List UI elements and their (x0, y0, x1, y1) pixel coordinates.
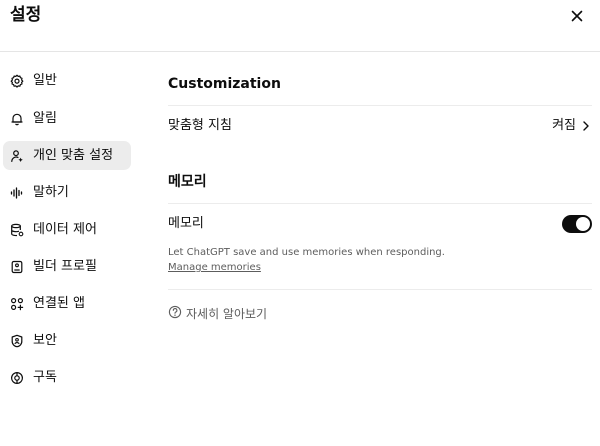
chevron-right-icon (582, 121, 590, 131)
custom-instructions-button[interactable]: 켜짐 (552, 118, 590, 134)
waveform-icon (10, 186, 24, 200)
manage-memories-link[interactable]: Manage memories (168, 261, 261, 274)
sidebar-item-security[interactable]: 보안 (3, 326, 131, 355)
toggle-knob (576, 217, 590, 231)
sidebar-item-label: 데이터 제어 (33, 221, 97, 237)
sidebar-item-label: 빌더 프로필 (33, 258, 97, 274)
custom-instructions-label: 맞춤형 지침 (168, 118, 232, 133)
sidebar-item-connected-apps[interactable]: 연결된 앱 (3, 289, 131, 318)
sidebar-item-label: 일반 (33, 72, 57, 88)
close-button[interactable] (567, 6, 587, 26)
sidebar-item-speech[interactable]: 말하기 (3, 178, 131, 207)
sidebar-item-label: 알림 (33, 110, 57, 126)
bell-icon (10, 112, 24, 126)
settings-title: 설정 (10, 5, 42, 25)
gear-icon (10, 74, 24, 88)
sidebar-item-label: 말하기 (33, 184, 69, 200)
close-icon (571, 7, 583, 26)
personalization-icon (10, 149, 24, 163)
memory-toggle-label: 메모리 (168, 216, 204, 231)
help-circle-icon (168, 305, 182, 323)
custom-instructions-status: 켜짐 (552, 118, 576, 133)
sidebar-item-personalization[interactable]: 개인 맞춤 설정 (3, 141, 131, 170)
sidebar-item-builder-profile[interactable]: 빌더 프로필 (3, 252, 131, 281)
divider (168, 289, 592, 290)
memory-description: Let ChatGPT save and use memories when r… (168, 247, 445, 258)
memory-toggle[interactable] (562, 215, 592, 233)
id-card-icon (10, 260, 24, 274)
customization-title: Customization (168, 76, 281, 92)
database-icon (10, 223, 24, 237)
shield-icon (10, 334, 24, 348)
memory-title: 메모리 (168, 174, 207, 190)
learn-more-label: 자세히 알아보기 (186, 307, 268, 321)
sidebar-item-label: 연결된 앱 (33, 295, 85, 311)
divider (168, 203, 592, 204)
learn-more-link[interactable]: 자세히 알아보기 (168, 305, 267, 323)
subscription-icon (10, 371, 24, 385)
sidebar-item-notifications[interactable]: 알림 (3, 104, 131, 133)
apps-grid-icon (10, 297, 24, 311)
sidebar-item-data-controls[interactable]: 데이터 제어 (3, 215, 131, 244)
sidebar-item-label: 구독 (33, 369, 57, 385)
divider (168, 105, 592, 106)
settings-header: 설정 (0, 0, 600, 52)
sidebar-item-label: 보안 (33, 332, 57, 348)
sidebar-item-general[interactable]: 일반 (3, 66, 131, 95)
sidebar-item-subscription[interactable]: 구독 (3, 363, 131, 392)
sidebar-item-label: 개인 맞춤 설정 (33, 147, 114, 163)
